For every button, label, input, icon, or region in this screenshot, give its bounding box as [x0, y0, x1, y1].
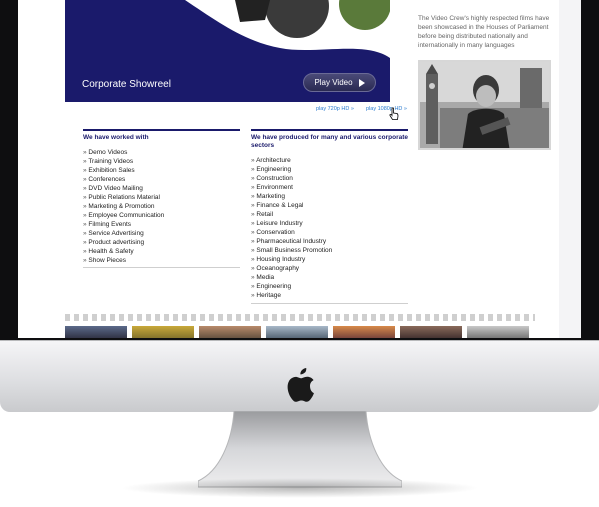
- produced-for-section: We have produced for many and various co…: [251, 129, 408, 304]
- play-video-button[interactable]: Play Video: [303, 73, 376, 92]
- list-item[interactable]: Marketing & Promotion: [83, 202, 240, 211]
- worked-with-section: We have worked with Demo Videos Training…: [83, 129, 240, 268]
- play-triangle-icon: [358, 78, 365, 87]
- list-item[interactable]: Small Business Promotion: [251, 246, 408, 255]
- webpage: Corporate Showreel Play Video play 720p …: [18, 0, 581, 338]
- list-item[interactable]: Demo Videos: [83, 148, 240, 157]
- gallery-thumbnail[interactable]: [132, 326, 194, 338]
- produced-for-heading: We have produced for many and various co…: [251, 134, 409, 149]
- section-divider: [83, 267, 240, 268]
- monitor-screen: Corporate Showreel Play Video play 720p …: [18, 0, 581, 338]
- filmstrip-perforations: [65, 314, 535, 321]
- list-item[interactable]: Construction: [251, 174, 408, 183]
- play-video-label: Play Video: [314, 78, 353, 87]
- apple-logo-icon: [287, 368, 314, 402]
- produced-for-list: Architecture Engineering Construction En…: [251, 156, 408, 300]
- worked-with-list: Demo Videos Training Videos Exhibition S…: [83, 148, 240, 265]
- video-title: Corporate Showreel: [82, 79, 171, 90]
- parliament-photo-image: [420, 62, 549, 148]
- play-720p-link[interactable]: play 720p HD »: [316, 106, 354, 112]
- list-item[interactable]: Service Advertising: [83, 229, 240, 238]
- gallery-thumbnail[interactable]: [400, 326, 462, 338]
- page-gutter: [18, 0, 50, 338]
- list-item[interactable]: Oceanography: [251, 264, 408, 273]
- list-item[interactable]: Conservation: [251, 228, 408, 237]
- gallery-thumbnail[interactable]: [333, 326, 395, 338]
- list-item[interactable]: Leisure Industry: [251, 219, 408, 228]
- parliament-photo: [418, 60, 551, 150]
- list-item[interactable]: Finance & Legal: [251, 201, 408, 210]
- list-item[interactable]: Retail: [251, 210, 408, 219]
- section-divider: [251, 303, 408, 304]
- gallery-filmstrip: [65, 314, 535, 338]
- list-item[interactable]: Show Pieces: [83, 256, 240, 265]
- list-item[interactable]: Product advertising: [83, 238, 240, 247]
- list-item[interactable]: Heritage: [251, 291, 408, 300]
- list-item[interactable]: Employee Communication: [83, 211, 240, 220]
- list-item[interactable]: Media: [251, 273, 408, 282]
- list-item[interactable]: Exhibition Sales: [83, 166, 240, 175]
- worked-with-heading: We have worked with: [83, 134, 149, 141]
- list-item[interactable]: Filming Events: [83, 220, 240, 229]
- gallery-thumbnail[interactable]: [199, 326, 261, 338]
- list-item[interactable]: Architecture: [251, 156, 408, 165]
- imac-mockup: Corporate Showreel Play Video play 720p …: [0, 0, 599, 507]
- list-item[interactable]: Health & Safety: [83, 247, 240, 256]
- gallery-thumbnail[interactable]: [467, 326, 529, 338]
- list-item[interactable]: Housing Industry: [251, 255, 408, 264]
- page-content: Corporate Showreel Play Video play 720p …: [50, 0, 559, 338]
- list-item[interactable]: Environment: [251, 183, 408, 192]
- list-item[interactable]: DVD Video Mailing: [83, 184, 240, 193]
- list-item[interactable]: Engineering: [251, 282, 408, 291]
- play-1080p-link[interactable]: play 1080p HD »: [366, 106, 407, 112]
- list-item[interactable]: Conferences: [83, 175, 240, 184]
- gallery-thumbnail[interactable]: [266, 326, 328, 338]
- gallery-thumbnail[interactable]: [65, 326, 127, 338]
- showreel-video-panel[interactable]: Corporate Showreel Play Video: [65, 0, 390, 102]
- list-item[interactable]: Public Relations Material: [83, 193, 240, 202]
- hand-cursor-icon: [389, 107, 399, 120]
- parliament-caption: The Video Crew's highly respected films …: [418, 15, 550, 49]
- list-item[interactable]: Engineering: [251, 165, 408, 174]
- list-item[interactable]: Pharmaceutical Industry: [251, 237, 408, 246]
- list-item[interactable]: Training Videos: [83, 157, 240, 166]
- list-item[interactable]: Marketing: [251, 192, 408, 201]
- monitor-shadow: [120, 478, 480, 498]
